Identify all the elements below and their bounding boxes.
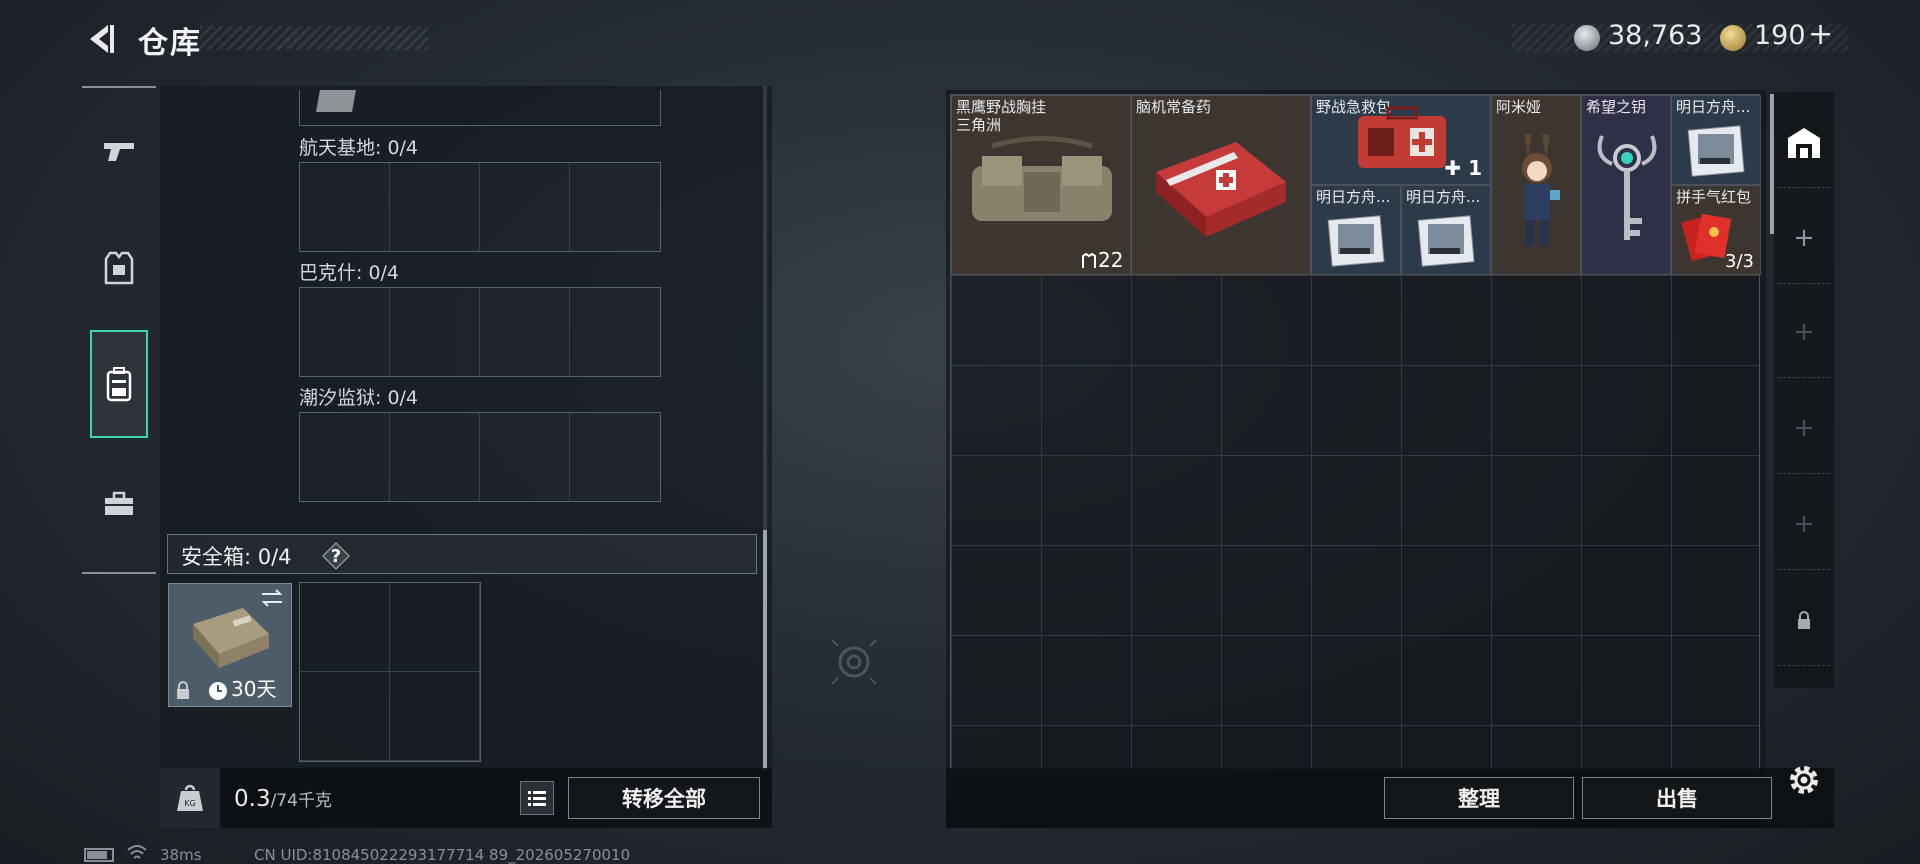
item-name: 明日方舟... [1676, 98, 1751, 116]
silver-coin-icon [1574, 25, 1600, 51]
wifi-icon [127, 845, 147, 859]
lock-icon [1798, 610, 1810, 629]
map-grid-bakhsh[interactable] [299, 287, 661, 377]
album-icon [1687, 125, 1745, 177]
uid-text: CN UID:810845022293177714 89_20260527001… [254, 846, 631, 864]
item-thumbnail [316, 90, 356, 112]
stash-tab-add-3[interactable]: + [1778, 382, 1830, 474]
armor-vest-icon [104, 251, 134, 285]
nav-item-armor[interactable] [82, 214, 156, 322]
weight-current: 0.3 [234, 786, 271, 812]
safe-box-grid[interactable] [299, 582, 481, 762]
safe-box-label: 安全箱: 0/4 [181, 545, 292, 569]
gun-icon [104, 143, 134, 161]
stash-item-key[interactable]: 希望之钥 [1581, 95, 1671, 275]
warehouse-icon [1788, 127, 1820, 158]
plus-icon: + [1793, 508, 1815, 539]
stash-item-album-2[interactable]: 明日方舟... [1311, 185, 1401, 275]
duration-text: 30天 [231, 677, 277, 701]
target-ring-icon [831, 639, 877, 685]
weight-max: /74千克 [270, 791, 332, 811]
previous-grid [299, 90, 661, 126]
plus-icon: + [1793, 316, 1815, 347]
stash-tab-add-4[interactable]: + [1778, 478, 1830, 570]
safe-box-item[interactable]: 30天 [168, 583, 292, 707]
item-count: ✚ 1 [1444, 156, 1482, 180]
item-name: 黑鹰野战胸挂 [956, 98, 1047, 116]
album-icon [1327, 215, 1385, 267]
swap-icon[interactable] [259, 588, 285, 608]
stash-tab-locked[interactable] [1778, 574, 1830, 666]
album-icon [1417, 215, 1475, 267]
plus-icon: + [1793, 222, 1815, 253]
item-name: 明日方舟... [1406, 188, 1481, 206]
item-name: 阿米娅 [1496, 98, 1542, 116]
stash-item-chest-rig[interactable]: 黑鹰野战胸挂 三角洲 22 [951, 95, 1131, 275]
battery-icon [84, 848, 114, 862]
item-subtitle: 三角洲 [956, 116, 1002, 134]
stash-item-medkit[interactable]: 脑机常备药 [1131, 95, 1311, 275]
gold-coin-icon [1720, 25, 1746, 51]
weight-icon: KG [177, 784, 203, 811]
stash-item-first-aid[interactable]: 野战急救包 ✚ 1 [1311, 95, 1491, 185]
ping-text: 38ms [160, 846, 202, 864]
transfer-all-button[interactable]: 转移全部 [568, 777, 760, 819]
map-grid-aerospace[interactable] [299, 162, 661, 252]
map-label-aerospace: 航天基地: 0/4 [299, 137, 419, 159]
item-count-value: 1 [1468, 156, 1482, 180]
backpack-icon [106, 367, 132, 402]
sort-button[interactable]: 整理 [1384, 777, 1574, 819]
back-arrow-icon[interactable] [82, 22, 116, 56]
gold-currency-value: 190 [1754, 20, 1806, 51]
help-symbol: ? [330, 545, 342, 567]
map-grid-tidal-prison[interactable] [299, 412, 661, 502]
sell-button[interactable]: 出售 [1582, 777, 1772, 819]
figurine-icon [1522, 134, 1560, 246]
first-aid-kit-icon [1358, 106, 1446, 168]
plus-icon: + [1793, 412, 1815, 443]
medkit-icon [1156, 142, 1286, 237]
ammo-icon [1082, 253, 1096, 268]
stash-tab-add-2[interactable]: + [1778, 286, 1830, 378]
list-icon [528, 791, 546, 806]
key-icon [1597, 135, 1657, 240]
page-title: 仓库 [138, 26, 202, 61]
safe-case-icon [193, 608, 269, 668]
stash-item-red-envelope[interactable]: 拼手气红包 3/3 [1671, 185, 1761, 275]
item-count: 22 [1098, 248, 1124, 272]
help-icon[interactable]: ? [322, 542, 350, 570]
nav-item-tools[interactable] [82, 450, 156, 558]
item-name: 明日方舟... [1316, 188, 1391, 206]
stash-item-amiya[interactable]: 阿米娅 [1491, 95, 1581, 275]
gear-icon[interactable] [1786, 762, 1822, 798]
add-currency-button[interactable]: + [1808, 17, 1833, 52]
map-label-tidal-prison: 潮汐监狱: 0/4 [299, 387, 419, 409]
weight-icon-box: KG [160, 768, 220, 828]
weight-readout: 0.3/74千克 [234, 786, 332, 812]
item-name: 希望之钥 [1586, 98, 1647, 116]
item-name: 脑机常备药 [1136, 98, 1212, 116]
title-decoration [200, 26, 428, 50]
list-view-button[interactable] [520, 781, 554, 815]
silver-currency-value: 38,763 [1608, 20, 1703, 51]
chest-rig-icon [972, 136, 1112, 221]
nav-item-backpack[interactable] [90, 330, 148, 438]
left-scrollbar-thumb[interactable] [763, 530, 767, 770]
nav-item-weapons[interactable] [82, 98, 156, 206]
svg-text:KG: KG [184, 799, 195, 808]
stash-tab-add-1[interactable]: + [1778, 192, 1830, 284]
lock-icon [177, 681, 189, 699]
toolbox-icon [105, 491, 133, 515]
item-count: 3/3 [1725, 251, 1754, 272]
stash-item-album-3[interactable]: 明日方舟... [1401, 185, 1491, 275]
item-name: 拼手气红包 [1676, 188, 1752, 206]
stash-tab-main[interactable] [1778, 96, 1830, 188]
map-label-bakhsh: 巴克什: 0/4 [299, 262, 400, 284]
clock-icon [209, 682, 227, 700]
stash-item-album-1[interactable]: 明日方舟... [1671, 95, 1761, 185]
